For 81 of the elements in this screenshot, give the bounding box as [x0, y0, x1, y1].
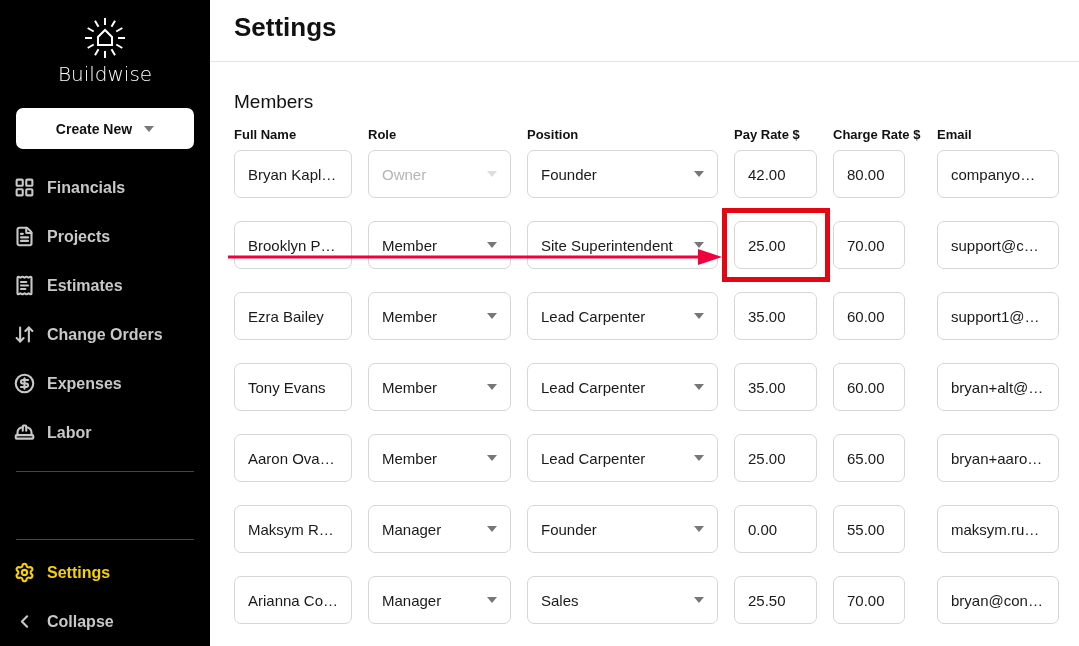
charge-rate-field[interactable]: 70.00: [833, 221, 905, 269]
caret-icon: [144, 125, 155, 132]
dollar-icon: [14, 373, 35, 394]
page-title: Settings: [234, 12, 337, 43]
name-field[interactable]: Ezra Bailey: [234, 292, 352, 340]
column-label: Charge Rate $: [833, 127, 921, 142]
email-field[interactable]: bryan+aaro…: [937, 434, 1059, 482]
position-select[interactable]: Founder: [527, 150, 718, 198]
name-field[interactable]: Maksym R…: [234, 505, 352, 553]
charge-rate-field[interactable]: 60.00: [833, 292, 905, 340]
caret-icon: [694, 171, 704, 177]
role-select: Owner: [368, 150, 511, 198]
pay-rate-field[interactable]: 25.00: [734, 434, 817, 482]
position-select[interactable]: Lead Carpenter: [527, 434, 718, 482]
caret-icon: [487, 526, 497, 532]
caret-icon: [694, 313, 704, 319]
email-field[interactable]: support@c…: [937, 221, 1059, 269]
logo-icon: [83, 16, 127, 60]
pay-rate-field[interactable]: 42.00: [734, 150, 817, 198]
settings-icon: [14, 562, 35, 583]
sidebar-item[interactable]: Financials: [14, 163, 194, 212]
grid-icon: [14, 177, 35, 198]
email-field[interactable]: bryan+alt@…: [937, 363, 1059, 411]
position-select[interactable]: Lead Carpenter: [527, 292, 718, 340]
sidebar-item[interactable]: Projects: [14, 212, 194, 261]
sidebar-item[interactable]: Labor: [14, 408, 194, 457]
arrows-icon: [14, 324, 35, 345]
role-select[interactable]: Manager: [368, 576, 511, 624]
sidebar-item[interactable]: Change Orders: [14, 310, 194, 359]
charge-rate-field[interactable]: 60.00: [833, 363, 905, 411]
pay-rate-field[interactable]: 35.00: [734, 363, 817, 411]
column-label: Position: [527, 127, 579, 142]
role-select[interactable]: Manager: [368, 505, 511, 553]
caret-icon: [694, 597, 704, 603]
document-icon: [14, 226, 35, 247]
caret-icon: [487, 313, 497, 319]
email-field[interactable]: support1@…: [937, 292, 1059, 340]
charge-rate-field[interactable]: 80.00: [833, 150, 905, 198]
sidebar-item[interactable]: Expenses: [14, 359, 194, 408]
email-field[interactable]: companyo…: [937, 150, 1059, 198]
caret-icon: [487, 171, 497, 177]
sidebar-item[interactable]: Settings: [14, 548, 194, 597]
position-select[interactable]: Lead Carpenter: [527, 363, 718, 411]
role-select[interactable]: Member: [368, 434, 511, 482]
pay-rate-field[interactable]: 0.00: [734, 505, 817, 553]
column-label: Role: [368, 127, 397, 142]
email-field[interactable]: bryan@con…: [937, 576, 1059, 624]
column-label: Pay Rate $: [734, 127, 800, 142]
charge-rate-field[interactable]: 70.00: [833, 576, 905, 624]
caret-icon: [694, 384, 704, 390]
name-field[interactable]: Bryan Kapl…: [234, 150, 352, 198]
name-field[interactable]: Arianna Co…: [234, 576, 352, 624]
name-field[interactable]: Aaron Ova…: [234, 434, 352, 482]
charge-rate-field[interactable]: 55.00: [833, 505, 905, 553]
pay-rate-field[interactable]: 35.00: [734, 292, 817, 340]
position-select[interactable]: Site Superintendent: [527, 221, 718, 269]
caret-icon: [694, 526, 704, 532]
hard-hat-icon: [14, 422, 35, 443]
column-label: Full Name: [234, 127, 297, 142]
caret-icon: [694, 455, 704, 461]
email-field[interactable]: maksym.ru…: [937, 505, 1059, 553]
sidebar-item[interactable]: Estimates: [14, 261, 194, 310]
sidebar-item[interactable]: Collapse: [14, 597, 194, 646]
role-select[interactable]: Member: [368, 221, 511, 269]
brand-name: Buildwise: [57, 62, 153, 86]
charge-rate-field[interactable]: 65.00: [833, 434, 905, 482]
receipt-icon: [14, 275, 35, 296]
pay-rate-field[interactable]: 25.50: [734, 576, 817, 624]
caret-icon: [487, 455, 497, 461]
section-title: Members: [234, 91, 314, 113]
position-select[interactable]: Founder: [527, 505, 718, 553]
create-new-button[interactable]: Create New: [16, 108, 194, 149]
role-select[interactable]: Member: [368, 292, 511, 340]
position-select[interactable]: Sales: [527, 576, 718, 624]
pay-rate-field[interactable]: 25.00: [734, 221, 817, 269]
name-field[interactable]: Brooklyn P…: [234, 221, 352, 269]
column-label: Email: [937, 127, 972, 142]
caret-icon: [487, 384, 497, 390]
name-field[interactable]: Tony Evans: [234, 363, 352, 411]
caret-icon: [487, 597, 497, 603]
role-select[interactable]: Member: [368, 363, 511, 411]
